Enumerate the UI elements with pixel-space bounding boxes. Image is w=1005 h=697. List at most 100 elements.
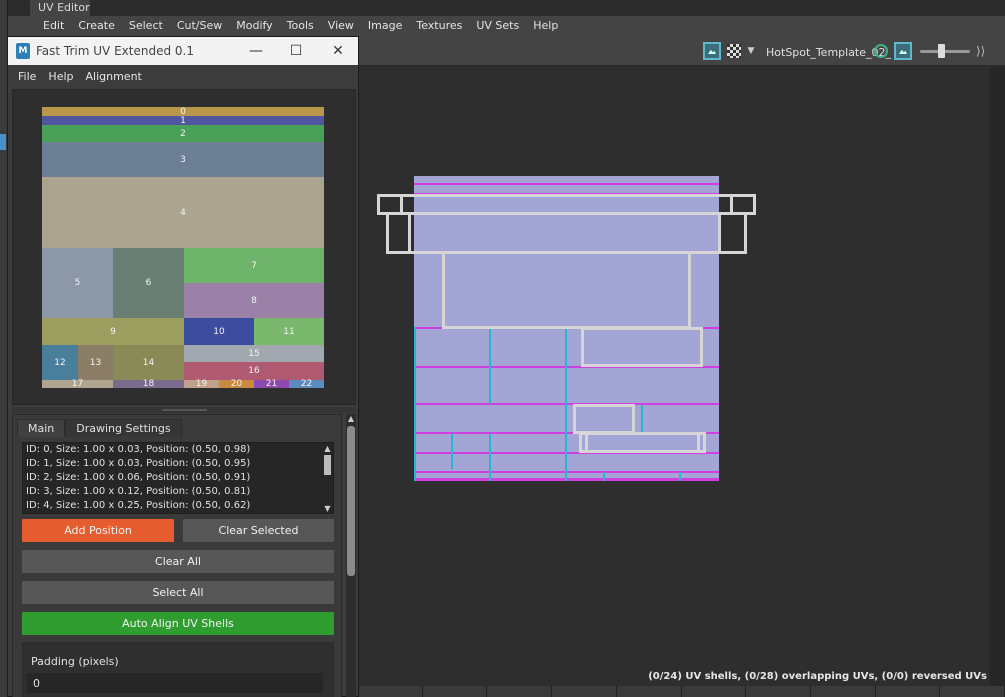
minimize-icon[interactable]: — bbox=[246, 42, 266, 60]
trim-region[interactable]: 13 bbox=[78, 345, 113, 380]
menu-textures[interactable]: Textures bbox=[409, 16, 469, 36]
fast-trim-window: M Fast Trim UV Extended 0.1 — ☐ ✕ File H… bbox=[7, 36, 359, 697]
clear-selected-button[interactable]: Clear Selected bbox=[183, 519, 334, 542]
trim-region[interactable]: 14 bbox=[113, 345, 184, 380]
uv-status-line: (0/24) UV shells, (0/28) overlapping UVs… bbox=[648, 671, 987, 682]
uv-shell[interactable] bbox=[408, 212, 721, 254]
window-title: Fast Trim UV Extended 0.1 bbox=[36, 44, 194, 58]
scroll-up-icon[interactable]: ▲ bbox=[323, 445, 332, 453]
image-display-icon[interactable] bbox=[894, 42, 912, 60]
bar-segment bbox=[940, 686, 1005, 697]
bar-segment bbox=[811, 686, 876, 697]
tab-main[interactable]: Main bbox=[17, 419, 66, 437]
tab-drawing-settings[interactable]: Drawing Settings bbox=[65, 419, 182, 437]
padding-label: Padding (pixels) bbox=[31, 655, 119, 668]
add-position-button[interactable]: Add Position bbox=[22, 519, 174, 542]
uv-border bbox=[489, 329, 491, 404]
trim-region[interactable]: 11 bbox=[254, 318, 324, 345]
menu-image[interactable]: Image bbox=[361, 16, 409, 36]
bar-segment bbox=[876, 686, 941, 697]
panel-scrollbar[interactable]: ▲ bbox=[346, 414, 356, 697]
menu-view[interactable]: View bbox=[321, 16, 361, 36]
display-image-icon[interactable] bbox=[703, 42, 721, 60]
padding-group: Padding (pixels) bbox=[22, 642, 334, 697]
close-icon[interactable]: ✕ bbox=[328, 42, 348, 60]
exposure-slider-handle[interactable] bbox=[938, 44, 945, 58]
trim-region[interactable]: 9 bbox=[42, 318, 184, 345]
list-item[interactable]: ID: 2, Size: 1.00 x 0.06, Position: (0.5… bbox=[23, 471, 333, 485]
menu-select[interactable]: Select bbox=[122, 16, 170, 36]
window-titlebar[interactable]: M Fast Trim UV Extended 0.1 — ☐ ✕ bbox=[8, 37, 358, 65]
scroll-down-icon[interactable]: ▼ bbox=[323, 505, 332, 513]
trim-region[interactable]: 3 bbox=[42, 142, 324, 177]
uv-shell[interactable] bbox=[573, 404, 635, 434]
trim-region[interactable]: 6 bbox=[113, 248, 184, 318]
trim-region[interactable]: 8 bbox=[184, 283, 324, 318]
trim-region[interactable]: 1 bbox=[42, 116, 324, 126]
trim-region[interactable]: 16 bbox=[184, 362, 324, 380]
list-scrollbar[interactable]: ▲ ▼ bbox=[323, 445, 332, 513]
bar-segment bbox=[358, 686, 423, 697]
toolbar-overflow-icon[interactable]: ⟩⟩ bbox=[976, 44, 985, 58]
clear-all-button[interactable]: Clear All bbox=[22, 550, 334, 573]
list-item[interactable]: ID: 3, Size: 1.00 x 0.12, Position: (0.5… bbox=[23, 485, 333, 499]
uv-shell[interactable] bbox=[442, 251, 691, 329]
menu-edit[interactable]: Edit bbox=[36, 16, 71, 36]
tab-bar: Main Drawing Settings bbox=[17, 419, 182, 437]
uv-shell-icon[interactable] bbox=[874, 44, 888, 58]
texture-name[interactable]: HotSpot_Template_02_ bbox=[766, 46, 891, 59]
trim-region[interactable]: 10 bbox=[184, 318, 254, 345]
select-all-button[interactable]: Select All bbox=[22, 581, 334, 604]
menu-alignment[interactable]: Alignment bbox=[80, 70, 148, 83]
maximize-icon[interactable]: ☐ bbox=[286, 42, 306, 60]
uv-border bbox=[414, 327, 416, 481]
auto-align-uv-shells-button[interactable]: Auto Align UV Shells bbox=[22, 612, 334, 635]
uv-border bbox=[451, 434, 453, 469]
list-item[interactable]: ID: 1, Size: 1.00 x 0.03, Position: (0.5… bbox=[23, 457, 333, 471]
trim-region[interactable]: 20 bbox=[219, 379, 254, 389]
trim-region[interactable]: 12 bbox=[42, 345, 78, 380]
trim-region[interactable]: 5 bbox=[42, 248, 113, 318]
uv-shell[interactable] bbox=[581, 327, 703, 367]
menu-uv-sets[interactable]: UV Sets bbox=[469, 16, 526, 36]
menu-tools[interactable]: Tools bbox=[280, 16, 321, 36]
trim-region[interactable]: 22 bbox=[289, 379, 324, 389]
menu-help[interactable]: Help bbox=[526, 16, 565, 36]
scroll-up-icon[interactable]: ▲ bbox=[346, 414, 356, 424]
splitter-handle[interactable] bbox=[12, 407, 356, 413]
menu-help[interactable]: Help bbox=[42, 70, 79, 83]
scroll-thumb[interactable] bbox=[347, 426, 355, 576]
menu-cut-sew[interactable]: Cut/Sew bbox=[170, 16, 229, 36]
trim-list[interactable]: ID: 0, Size: 1.00 x 0.03, Position: (0.5… bbox=[22, 442, 334, 514]
trim-region[interactable]: 2 bbox=[42, 125, 324, 142]
scroll-thumb[interactable] bbox=[324, 455, 331, 475]
checker-icon[interactable] bbox=[727, 44, 741, 58]
bar-segment bbox=[552, 686, 617, 697]
list-item[interactable]: ID: 0, Size: 1.00 x 0.03, Position: (0.5… bbox=[23, 443, 333, 457]
exposure-slider-track[interactable] bbox=[920, 50, 970, 53]
trim-region[interactable]: 4 bbox=[42, 177, 324, 248]
bar-segment bbox=[487, 686, 553, 697]
trim-region[interactable]: 7 bbox=[184, 248, 324, 283]
trim-region[interactable]: 17 bbox=[42, 379, 113, 389]
trim-region[interactable]: 15 bbox=[184, 345, 324, 362]
uv-border bbox=[679, 472, 681, 481]
uv-shell[interactable] bbox=[585, 432, 700, 453]
active-tool-indicator[interactable] bbox=[0, 134, 6, 150]
trim-region[interactable]: 21 bbox=[254, 379, 289, 389]
uv-editor-title: UV Editor bbox=[30, 0, 90, 16]
trim-sheet-preview[interactable]: 0 1 2 3 4 5 6 7 8 9 10 11 12 13 14 15 16… bbox=[12, 89, 356, 405]
menu-create[interactable]: Create bbox=[71, 16, 122, 36]
menu-file[interactable]: File bbox=[12, 70, 42, 83]
menu-modify[interactable]: Modify bbox=[229, 16, 279, 36]
uv-border bbox=[489, 434, 491, 481]
uv-border bbox=[641, 405, 643, 432]
maya-logo-icon: M bbox=[16, 43, 30, 59]
uv-border bbox=[565, 329, 567, 481]
padding-input[interactable] bbox=[27, 673, 323, 693]
trim-region[interactable]: 19 bbox=[184, 379, 219, 389]
trim-region[interactable]: 18 bbox=[113, 379, 184, 389]
list-item[interactable]: ID: 4, Size: 1.00 x 0.25, Position: (0.5… bbox=[23, 499, 333, 513]
uv-editor-menubar: Edit Create Select Cut/Sew Modify Tools … bbox=[8, 16, 1005, 36]
chevron-down-icon[interactable]: ▼ bbox=[746, 42, 756, 60]
